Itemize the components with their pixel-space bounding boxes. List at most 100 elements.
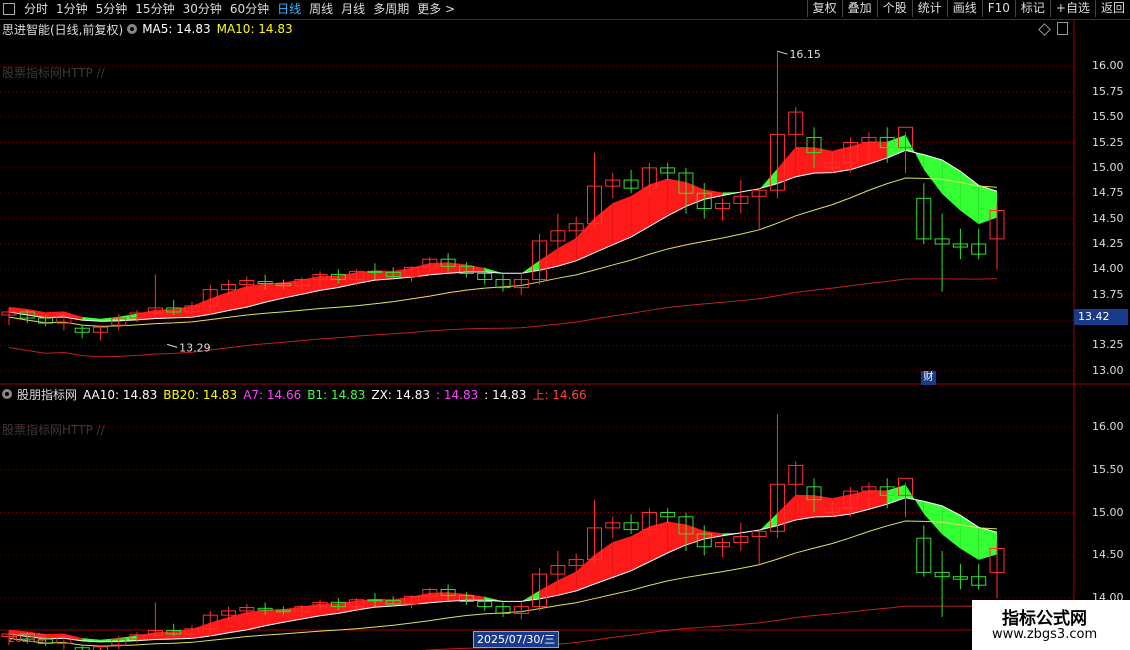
diamond-icon[interactable]	[1038, 23, 1051, 36]
toolbar-button-7[interactable]: +自选	[1049, 0, 1095, 17]
p2-candle-41	[751, 530, 767, 537]
p2-candle-28	[513, 606, 529, 614]
p1-ribbon-19	[356, 270, 375, 284]
p1-ribbon-10	[191, 298, 211, 318]
p1-candle-44	[806, 136, 822, 154]
kline-chart[interactable]: 16.15 13.29	[0, 0, 1130, 650]
p1-candle-29	[532, 240, 548, 280]
p2-candle-25	[458, 594, 474, 602]
top-toolbar: 分时 1分钟 5分钟 15分钟 30分钟 60分钟 日线 周线 月线 多周期 更多 > 复权 叠加 个股…	[0, 0, 1130, 20]
p2-candle-43	[788, 464, 804, 485]
p2-ribbon-13	[246, 609, 266, 630]
p2-candle-33	[605, 522, 621, 529]
p1-ribbon-18	[338, 272, 357, 288]
p1-candle-10	[184, 305, 200, 313]
p2-candle-53	[971, 576, 987, 586]
toolbar-button-2[interactable]: 个股	[876, 0, 912, 17]
toolbar-button-0[interactable]: 复权	[806, 0, 842, 17]
p2-ribbon-28	[521, 590, 540, 602]
p2-ribbon-42	[777, 494, 796, 526]
p1-candle-8	[147, 307, 163, 314]
p2-candle-11	[202, 614, 218, 630]
p1-candle-42	[769, 133, 785, 191]
p1-candle-36	[660, 167, 676, 174]
p2-candle-44	[806, 486, 822, 501]
p2-ribbon-40	[740, 530, 760, 533]
p1-candle-17	[312, 273, 328, 281]
toolbar-button-4[interactable]: 画线	[946, 0, 982, 17]
axis1-tick-6: 14.50	[1092, 211, 1124, 225]
panel-toggle-icon[interactable]	[1057, 22, 1068, 35]
p2-ribbon-2	[45, 633, 64, 639]
period-tab-4[interactable]: 30分钟	[183, 1, 222, 17]
p2-candle-14	[257, 607, 273, 611]
p1-ribbon-2	[45, 311, 64, 318]
settings-gear-icon[interactable]	[127, 24, 138, 34]
p1-ribbon-48	[887, 134, 906, 158]
p1-ribbon-32	[594, 202, 613, 253]
p2-candle-50	[916, 537, 932, 573]
p1-ribbon-31	[576, 217, 595, 261]
p2-ribbon-48	[887, 484, 906, 505]
period-tab-0[interactable]: 分时	[24, 1, 48, 17]
indicator-title[interactable]: 股朋指标网	[17, 386, 77, 403]
window-icon[interactable]	[3, 3, 15, 15]
period-tab-2[interactable]: 5分钟	[96, 1, 128, 17]
p1-candle-22	[404, 266, 420, 277]
p2-ribbon-49	[905, 484, 924, 514]
finance-badge[interactable]: 财	[921, 371, 936, 385]
p1-candle-43	[788, 111, 804, 135]
period-tab-8[interactable]: 月线	[341, 1, 365, 17]
p1-ma20-line	[8, 177, 998, 327]
period-tab-3[interactable]: 15分钟	[135, 1, 174, 17]
period-tab-1[interactable]: 1分钟	[56, 1, 88, 17]
p2-candle-3	[56, 636, 72, 644]
p1-candle-9	[166, 307, 182, 313]
p2-candle-12	[221, 610, 237, 616]
toolbar-button-6[interactable]: 标记	[1014, 0, 1050, 17]
axis1-tick-7: 14.25	[1092, 236, 1124, 250]
brand-url: www.zbgs3.com	[992, 627, 1098, 642]
p2-ma10-line	[8, 497, 998, 643]
p1-ribbon-23	[429, 262, 449, 275]
p1-candle-35	[641, 167, 657, 189]
p1-candle-25	[458, 265, 474, 274]
p1-ma10-line	[8, 149, 998, 322]
p1-candle-13	[239, 280, 255, 286]
toolbar-button-1[interactable]: 叠加	[841, 0, 877, 17]
p2-candle-34	[623, 522, 639, 531]
p2-candle-23	[422, 589, 438, 597]
period-tab-5[interactable]: 60分钟	[230, 1, 269, 17]
period-tab-6[interactable]: 日线	[277, 1, 301, 17]
p2-candle-15	[275, 609, 291, 613]
p1-ribbon-5	[100, 316, 119, 322]
toolbar-button-3[interactable]: 统计	[911, 0, 947, 17]
panel1-header: 思进智能(日线,前复权) MA5: 14.83 MA10: 14.83	[2, 20, 299, 38]
period-tab-9[interactable]: 多周期	[373, 1, 409, 17]
period-tab-7[interactable]: 周线	[309, 1, 333, 17]
p2-ribbon-15	[283, 606, 302, 623]
p1-ribbon-44	[814, 147, 833, 174]
period-tab-10[interactable]: 更多 >	[417, 1, 455, 17]
p1-candle-33	[605, 179, 621, 187]
p2-candle-8	[147, 630, 163, 636]
p2-ribbon-34	[631, 526, 650, 571]
axis2-tick-3: 14.50	[1092, 548, 1124, 562]
p1-ribbon-7	[137, 309, 156, 320]
p1-ribbon-12	[228, 286, 247, 311]
toolbar-button-5[interactable]: F10	[981, 0, 1015, 17]
p1-candle-37	[678, 172, 694, 194]
watermark-1: 股票指标网HTTP //	[2, 66, 105, 80]
p2-candle-18	[330, 601, 346, 608]
stock-title[interactable]: 思进智能(日线,前复权)	[2, 21, 123, 38]
settings-gear-icon-2[interactable]	[2, 389, 12, 399]
p2-ribbon-6	[118, 635, 138, 642]
p2-candle-17	[312, 601, 328, 608]
indicator-legend: AA10: 14.83 BB20: 14.83 A7: 14.66 B1: 14.83…	[83, 386, 593, 403]
p2-ribbon-50	[923, 501, 943, 535]
p2-candle-35	[641, 512, 657, 531]
toolbar-button-8[interactable]: 返回	[1094, 0, 1130, 17]
axis1-tick-8: 14.00	[1092, 262, 1124, 276]
p1-ribbon-46	[850, 141, 869, 170]
p2-candle-22	[404, 595, 420, 605]
